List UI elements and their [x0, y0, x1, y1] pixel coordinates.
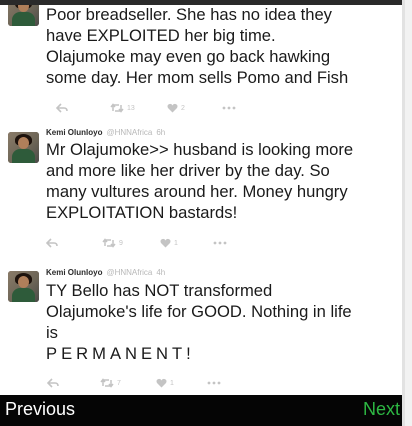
more-button[interactable]: [207, 376, 221, 390]
more-icon: [207, 381, 221, 385]
tweet-text-line: Olajumoke may even go back hawking: [46, 47, 331, 66]
tweet-actions: 9 1: [46, 236, 270, 250]
tweet-text-line: is: [46, 323, 58, 342]
tweet-item[interactable]: Kemi Olunloyo @HNNAfrica 4h TY Bello has N…: [0, 263, 402, 395]
more-icon: [222, 106, 236, 110]
heart-icon: [167, 103, 178, 113]
retweet-icon: [100, 378, 114, 388]
reply-button[interactable]: [47, 376, 59, 390]
author-handle[interactable]: @HNNAfrica: [106, 268, 152, 277]
tweet-actions: 7 1: [47, 376, 270, 390]
next-button[interactable]: Next: [363, 399, 400, 420]
tweet-text-line: and more like her driver by the day. So: [46, 161, 330, 180]
author-name[interactable]: Kemi Olunloyo: [46, 128, 102, 137]
like-count: 1: [170, 379, 174, 387]
tweet-text-line: have EXPLOITED her big time.: [46, 26, 276, 45]
like-count: 1: [174, 239, 178, 247]
retweet-button[interactable]: 13: [110, 101, 135, 115]
reply-icon: [47, 378, 59, 388]
like-button[interactable]: 2: [167, 101, 185, 115]
retweet-button[interactable]: 9: [102, 236, 123, 250]
reply-button[interactable]: [46, 236, 58, 250]
avatar[interactable]: [8, 132, 39, 163]
tweet-text-line: Olajumoke's life for GOOD. Nothing in li…: [46, 302, 352, 321]
heart-icon: [156, 378, 167, 388]
tweet-text-line: Poor breadseller. She has no idea they: [46, 5, 332, 24]
retweet-icon: [110, 103, 124, 113]
tweet-text-line: EXPLOITATION bastards!: [46, 203, 238, 222]
avatar[interactable]: [8, 271, 39, 302]
reply-icon: [46, 238, 58, 248]
like-button[interactable]: 1: [156, 376, 174, 390]
heart-icon: [160, 238, 171, 248]
retweet-button[interactable]: 7: [100, 376, 121, 390]
retweet-count: 7: [117, 379, 121, 387]
reply-icon: [56, 103, 68, 113]
like-count: 2: [181, 104, 185, 112]
tweet-feed[interactable]: Poor breadseller. She has no idea they h…: [0, 5, 402, 395]
more-button[interactable]: [222, 101, 236, 115]
gallery-navigation-bar: Previous Next: [0, 395, 402, 426]
tweet-header: Kemi Olunloyo @HNNAfrica 6h: [46, 128, 165, 137]
tweet-text-line: many vultures around her. Money hungry: [46, 182, 348, 201]
more-button[interactable]: [213, 236, 227, 250]
tweet-text-line: PERMANENT!: [46, 344, 195, 363]
author-handle[interactable]: @HNNAfrica: [106, 128, 152, 137]
reply-button[interactable]: [56, 101, 68, 115]
tweet-time[interactable]: 6h: [156, 128, 165, 137]
tweet-actions: 13 2: [50, 101, 270, 115]
tweet-text: Poor breadseller. She has no idea they h…: [46, 5, 398, 88]
avatar[interactable]: [8, 5, 39, 26]
tweet-text: Mr Olajumoke>> husband is looking more a…: [46, 139, 398, 223]
retweet-icon: [102, 238, 116, 248]
more-icon: [213, 241, 227, 245]
tweet-text-line: some day. Her mom sells Pomo and Fish: [46, 68, 349, 87]
page-edge: [402, 0, 412, 426]
author-name[interactable]: Kemi Olunloyo: [46, 268, 102, 277]
tweet-time[interactable]: 4h: [156, 268, 165, 277]
tweet-item[interactable]: Poor breadseller. She has no idea they h…: [0, 5, 402, 113]
tweet-text: TY Bello has NOT transformed Olajumoke's…: [46, 280, 398, 364]
tweet-text-line: Mr Olajumoke>> husband is looking more: [46, 140, 354, 159]
tweet-header: Kemi Olunloyo @HNNAfrica 4h: [46, 268, 165, 277]
previous-button[interactable]: Previous: [5, 399, 75, 420]
retweet-count: 9: [119, 239, 123, 247]
tweet-text-line: TY Bello has NOT transformed: [46, 281, 273, 300]
retweet-count: 13: [127, 104, 135, 112]
like-button[interactable]: 1: [160, 236, 178, 250]
tweet-item[interactable]: Kemi Olunloyo @HNNAfrica 6h Mr Olajumoke>>…: [0, 123, 402, 263]
